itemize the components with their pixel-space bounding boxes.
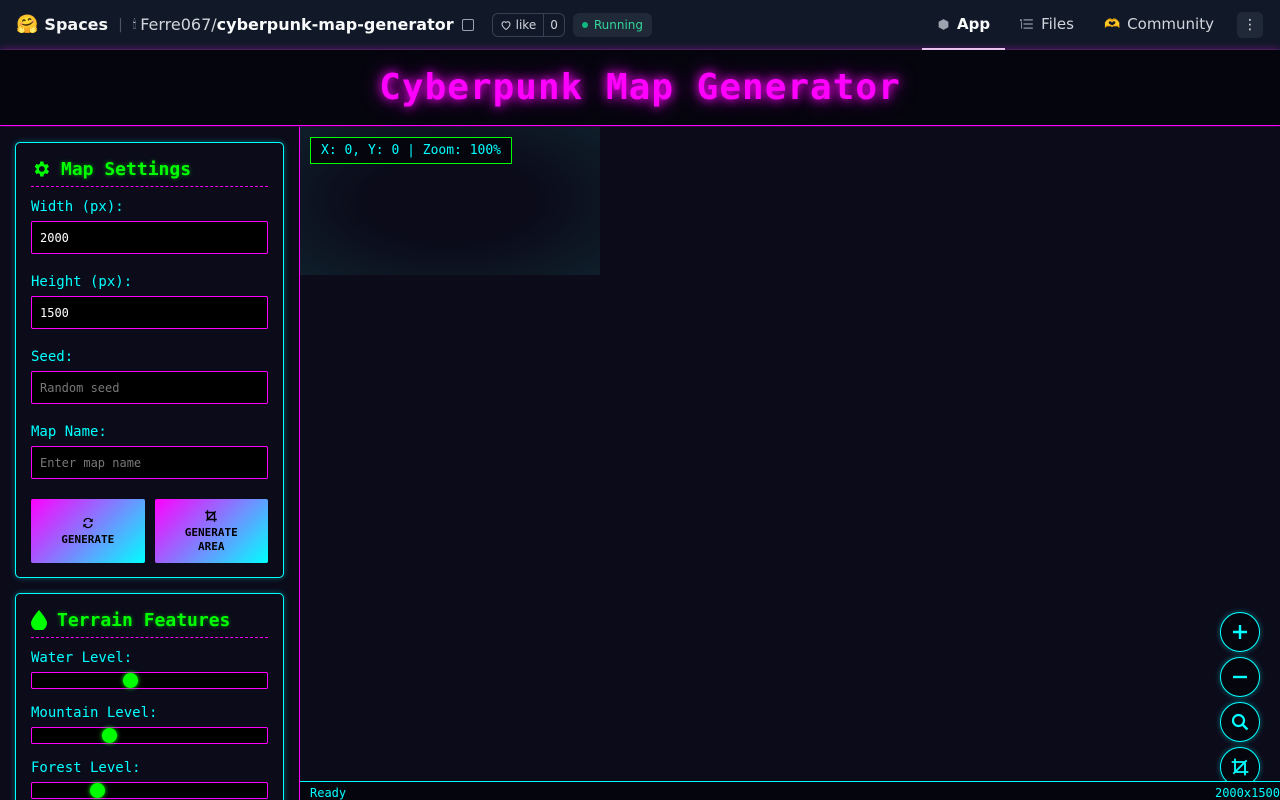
plus-icon	[1233, 625, 1247, 639]
tab-community[interactable]: 🫶 Community	[1089, 0, 1229, 50]
sidebar: Map Settings Width (px): Height (px): Se…	[0, 127, 300, 800]
status-bar: Ready 2000x1500	[300, 781, 1280, 800]
heart-icon	[501, 20, 511, 30]
copy-icon[interactable]	[461, 18, 474, 31]
map-settings-panel: Map Settings Width (px): Height (px): Se…	[15, 142, 284, 578]
hf-nav: App Files 🫶 Community ⋮	[921, 0, 1280, 50]
like-count[interactable]: 0	[544, 18, 564, 32]
divider: |	[118, 16, 123, 33]
map-dimensions: 2000x1500	[1214, 786, 1280, 800]
water-level-slider[interactable]	[31, 672, 268, 689]
zoom-in-button[interactable]	[1220, 612, 1260, 652]
mountain-level-slider[interactable]	[31, 727, 268, 744]
status-dot-icon	[581, 21, 588, 28]
zoom-out-button[interactable]	[1220, 657, 1260, 697]
tab-files-label: Files	[1041, 15, 1074, 33]
owner-name[interactable]: Ferre067	[140, 15, 211, 34]
width-input[interactable]	[31, 221, 268, 254]
tab-files[interactable]: Files	[1005, 0, 1089, 50]
tab-app[interactable]: App	[921, 0, 1006, 50]
mountain-level-label: Mountain Level:	[31, 705, 158, 721]
slider-thumb[interactable]	[90, 783, 106, 798]
status-badge: Running	[572, 12, 653, 37]
crop-icon	[1231, 758, 1249, 776]
hf-top-bar: 🤗 Spaces | 🕯 Ferre067 / cyberpunk-map-ge…	[0, 0, 1280, 50]
reset-zoom-button[interactable]	[1220, 702, 1260, 742]
terrain-title: Terrain Features	[31, 608, 268, 638]
status-text: Running	[593, 17, 644, 32]
like-label: like	[515, 17, 537, 32]
hf-logo-icon[interactable]: 🤗	[16, 14, 38, 35]
width-label: Width (px):	[31, 199, 124, 215]
seed-input[interactable]	[31, 371, 268, 404]
owner-avatar-icon: 🕯	[132, 17, 137, 31]
files-icon	[1020, 19, 1033, 29]
map-canvas[interactable]: X: 0, Y: 0 | Zoom: 100% Ready 2000x1500	[300, 127, 1280, 800]
more-menu-icon[interactable]: ⋮	[1237, 12, 1263, 38]
water-level-label: Water Level:	[31, 650, 133, 666]
generate-label: GENERATE	[61, 532, 115, 546]
map-settings-title: Map Settings	[31, 157, 268, 187]
crop-icon	[205, 509, 218, 522]
map-name-input[interactable]	[31, 446, 268, 479]
generate-button[interactable]: GENERATE	[31, 499, 145, 563]
coordinates-display: X: 0, Y: 0 | Zoom: 100%	[310, 137, 513, 164]
tab-app-label: App	[956, 15, 991, 33]
terrain-features-panel: Terrain Features Water Level: Mountain L…	[15, 593, 284, 800]
tab-community-label: Community	[1127, 15, 1214, 33]
droplet-icon	[31, 610, 47, 630]
generate-area-button[interactable]: GENERATE AREA	[154, 499, 268, 563]
app-icon	[938, 18, 949, 30]
refresh-icon	[83, 517, 93, 528]
spaces-link[interactable]: Spaces	[44, 15, 108, 34]
slider-thumb[interactable]	[102, 728, 118, 743]
hf-breadcrumb: 🤗 Spaces | 🕯 Ferre067 / cyberpunk-map-ge…	[0, 0, 653, 49]
forest-level-label: Forest Level:	[31, 760, 141, 776]
action-buttons: GENERATE GENERATE AREA	[31, 499, 268, 563]
generate-area-label-2: AREA	[198, 539, 225, 553]
terrain-title-text: Terrain Features	[57, 609, 231, 631]
repo-name[interactable]: cyberpunk-map-generator	[217, 15, 454, 34]
height-label: Height (px):	[31, 274, 133, 290]
map-settings-title-text: Map Settings	[61, 158, 192, 180]
app-header: Cyberpunk Map Generator	[0, 50, 1280, 126]
page-title: Cyberpunk Map Generator	[379, 67, 901, 108]
community-icon: 🫶	[1103, 16, 1121, 32]
search-icon	[1231, 713, 1249, 731]
generate-area-label-1: GENERATE	[184, 525, 238, 539]
minus-icon	[1233, 675, 1247, 679]
like-button[interactable]: like 0	[491, 12, 565, 37]
status-text: Ready	[310, 786, 347, 800]
map-name-label: Map Name:	[31, 424, 107, 440]
owner-link[interactable]: 🕯 Ferre067 /	[133, 15, 217, 34]
height-input[interactable]	[31, 296, 268, 329]
forest-level-slider[interactable]	[31, 782, 268, 799]
gear-icon	[34, 161, 49, 177]
slider-thumb[interactable]	[123, 673, 139, 688]
seed-label: Seed:	[31, 349, 74, 365]
like-toggle[interactable]: like	[493, 13, 545, 36]
